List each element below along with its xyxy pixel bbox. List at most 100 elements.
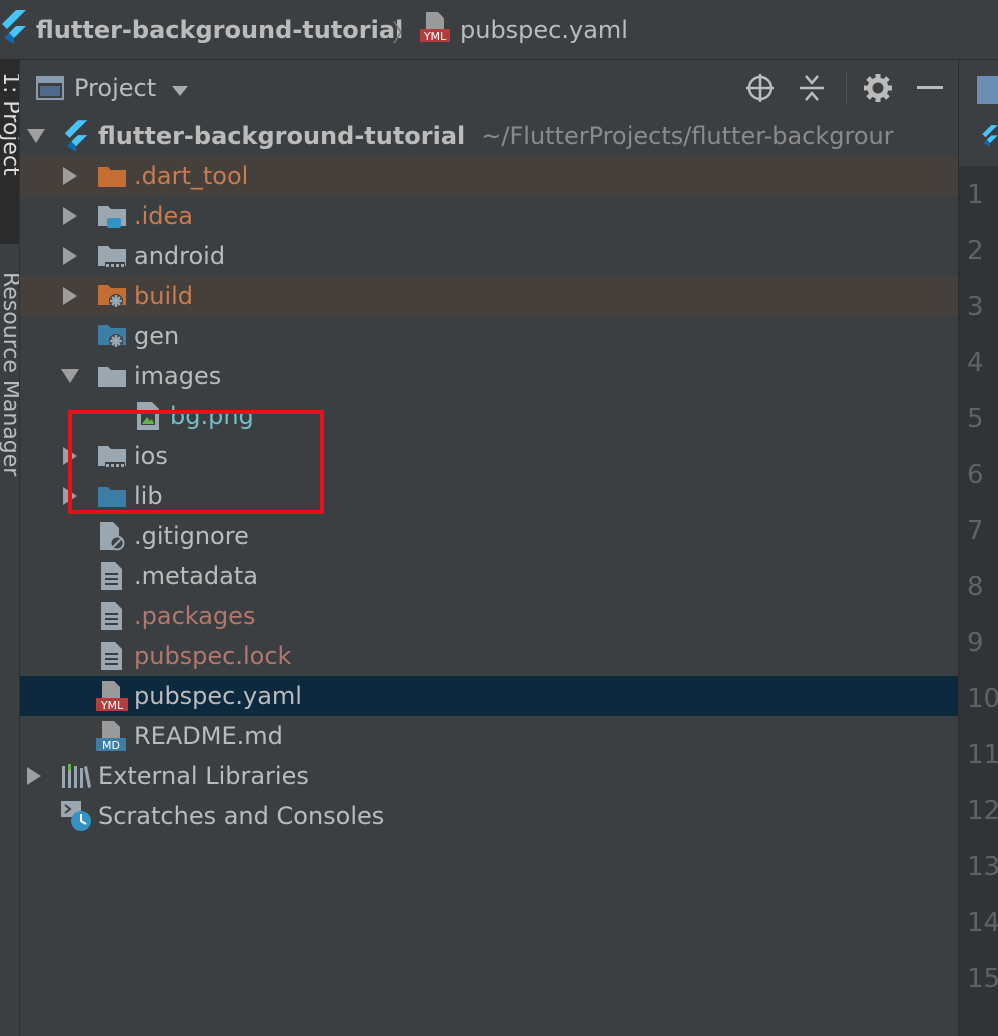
scratches-icon [60,800,92,832]
minimize-icon[interactable] [912,70,948,106]
tree-item-dart-tool[interactable]: .dart_tool [20,156,958,196]
folder-generated-icon [96,320,128,352]
project-panel-header: Project [20,60,958,116]
tree-item-label: pubspec.yaml [134,682,302,710]
tree-item-pubspec-lock[interactable]: pubspec.lock [20,636,958,676]
text-file-icon [96,640,128,672]
expand-right-icon[interactable] [58,156,82,196]
folder-icon [96,360,128,392]
tree-item-label: External Libraries [98,762,309,790]
tree-item-build[interactable]: build [20,276,958,316]
editor-tab-strip [959,60,998,166]
folder-module-icon [96,440,128,472]
tree-item-ios[interactable]: ios [20,436,958,476]
tree-item-label: Scratches and Consoles [98,802,385,830]
tree-item-packages[interactable]: .packages [20,596,958,636]
library-icon [60,760,92,792]
expand-right-icon[interactable] [22,756,46,796]
folder-excluded-icon [96,160,128,192]
editor-gutter: 1 2 3 4 5 6 7 8 9 10 11 12 13 14 15 [958,60,998,1036]
line-number: 9 [967,628,984,658]
tree-item-label: android [134,242,226,270]
line-number: 3 [967,292,984,322]
view-selector-dropdown[interactable]: Project [36,70,189,106]
breadcrumb-project-label: flutter-background-tutorial [36,16,404,44]
editor-tab-icon[interactable] [977,76,998,108]
folder-source-icon [96,480,128,512]
breadcrumb-separator: 〉 [392,18,416,47]
tree-item-label: pubspec.lock [134,642,292,670]
locate-icon[interactable] [742,70,778,106]
tree-root-label: flutter-background-tutorial [98,122,466,150]
line-number: 1 [967,180,984,210]
tree-item-bg-png[interactable]: bg.png [20,396,958,436]
tree-item-label: gen [134,322,180,350]
tree-item-readme[interactable]: MD README.md [20,716,958,756]
md-badge-text: MD [102,739,120,752]
line-number: 8 [967,572,984,602]
tree-item-gitignore[interactable]: .gitignore [20,516,958,556]
tree-item-label: ios [134,442,168,470]
tree-item-gen[interactable]: gen [20,316,958,356]
line-number: 2 [967,236,984,266]
breadcrumb-project[interactable]: flutter-background-tutorial [0,0,403,60]
tree-item-label: .metadata [134,562,258,590]
tree-root[interactable]: flutter-background-tutorial ~/FlutterProj… [20,116,958,156]
navigation-bar: flutter-background-tutorial 〉 YML pubspe… [0,0,998,60]
ignore-file-icon [96,520,128,552]
image-file-icon [132,400,164,432]
tree-item-idea[interactable]: .idea [20,196,958,236]
yaml-file-icon: YML [96,680,128,712]
expand-down-icon[interactable] [58,356,82,396]
tree-item-images[interactable]: images [20,356,958,396]
tree-item-label: .gitignore [134,522,249,550]
expand-right-icon[interactable] [58,196,82,236]
gear-icon[interactable] [860,70,896,106]
tree-item-external-libraries[interactable]: External Libraries [20,756,958,796]
project-view-icon [36,76,64,100]
tree-item-lib[interactable]: lib [20,476,958,516]
line-number: 11 [967,740,998,770]
tree-item-label: .packages [134,602,256,630]
tree-item-scratches[interactable]: Scratches and Consoles [20,796,958,836]
tree-item-label: .idea [134,202,194,230]
tree-root-path: ~/FlutterProjects/flutter-backgrour [481,122,894,150]
folder-idea-icon [96,200,128,232]
expand-right-icon[interactable] [58,276,82,316]
expand-down-icon[interactable] [24,116,48,156]
yaml-file-icon: YML [420,11,460,49]
breadcrumb-file[interactable]: YML pubspec.yaml [420,0,628,60]
view-selector-label: Project [74,74,157,102]
expand-right-icon[interactable] [58,436,82,476]
tree-item-label: images [134,362,222,390]
flutter-icon[interactable] [981,124,998,152]
line-number: 15 [967,964,998,994]
resource-manager-tab[interactable]: Resource Manager [0,272,19,476]
folder-module-icon [96,240,128,272]
tree-item-pubspec-yaml[interactable]: YML pubspec.yaml [20,676,958,716]
tree-item-label: build [134,282,194,310]
tree-item-android[interactable]: android [20,236,958,276]
breadcrumb-file-label: pubspec.yaml [460,16,628,44]
project-panel: Project flutter-background-tutorial ~/Flu… [20,60,958,1036]
yaml-badge-text: YML [423,30,447,43]
line-number: 10 [967,684,998,714]
collapse-all-icon[interactable] [794,70,830,106]
text-file-icon [96,600,128,632]
tree-item-label: bg.png [170,402,254,430]
tree-item-metadata[interactable]: .metadata [20,556,958,596]
expand-right-icon[interactable] [58,476,82,516]
expand-right-icon[interactable] [58,236,82,276]
line-number: 4 [967,348,984,378]
line-number: 7 [967,516,984,546]
flutter-icon [0,10,36,50]
line-number: 6 [967,460,984,490]
line-number: 5 [967,404,984,434]
line-number: 14 [967,908,998,938]
chevron-down-icon [172,74,189,102]
left-tool-strip: 1: Project Resource Manager [0,60,20,1036]
tree-item-label: .dart_tool [134,162,249,190]
flutter-icon [60,120,92,152]
project-tool-tab[interactable]: 1: Project [0,60,19,244]
folder-build-icon [96,280,128,312]
